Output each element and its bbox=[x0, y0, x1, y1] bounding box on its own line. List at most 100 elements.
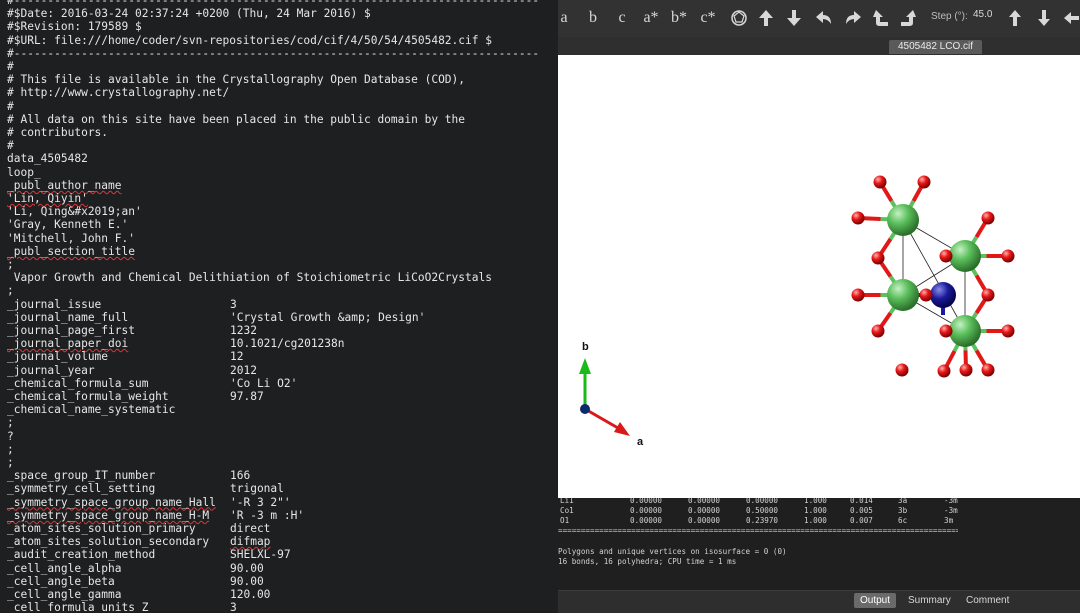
title-text-line: Vapor Growth and Chemical Delithiation o… bbox=[7, 271, 492, 285]
header-line: #$Date: 2016-03-24 02:37:24 +0200 (Thu, … bbox=[7, 7, 371, 21]
rotate-down-icon[interactable] bbox=[784, 6, 804, 30]
cif-field-line: _chemical_name_systematic bbox=[7, 403, 230, 416]
oxygen-atom bbox=[981, 211, 995, 225]
cif-value: 'R -3 m :H' bbox=[230, 508, 305, 522]
console-cell: 0.23970 bbox=[746, 516, 779, 525]
rotate-ccw-icon[interactable] bbox=[871, 6, 891, 30]
cif-text-editor[interactable]: #---------------------------------------… bbox=[0, 0, 558, 612]
oxygen-atom bbox=[939, 324, 953, 338]
crystal-structure-viewport[interactable]: b a bbox=[558, 55, 1080, 498]
comment-line: # bbox=[7, 99, 14, 113]
step-down-icon[interactable] bbox=[1034, 6, 1054, 30]
console-cell: 0.00000 bbox=[746, 498, 779, 505]
tab-output[interactable]: Output bbox=[854, 593, 897, 608]
cif-field-line: _journal_issue 3 bbox=[7, 298, 237, 311]
comment-line: # bbox=[7, 60, 14, 73]
cif-text: _publ_section_title bbox=[7, 244, 135, 258]
view-b-star-button[interactable]: b* bbox=[669, 6, 689, 30]
step-input[interactable]: 45.0 bbox=[973, 9, 992, 20]
console-cell: 1.000 bbox=[804, 506, 827, 515]
toolbar: a b c a* b* c* Step (°): 45.0 bbox=[558, 0, 1080, 37]
view-b-button[interactable]: b bbox=[586, 6, 600, 30]
polyhedron-view-icon[interactable] bbox=[728, 6, 750, 30]
cif-key: _symmetry_space_group_name_H-M bbox=[7, 508, 210, 522]
axis-b-label: b bbox=[582, 341, 589, 353]
cif-value: direct bbox=[230, 522, 271, 535]
cif-field-line: _journal_volume 12 bbox=[7, 350, 243, 363]
cif-field-line: _journal_paper_doi 10.1021/cg201238n bbox=[7, 337, 345, 350]
console-cell: 3m bbox=[944, 516, 954, 525]
comment-line: # bbox=[7, 139, 14, 153]
oxygen-atom bbox=[873, 175, 887, 189]
console-cell: 0.00000 bbox=[688, 506, 721, 515]
cif-key: _journal_page_first bbox=[7, 324, 135, 337]
cif-key: _chemical_name_systematic bbox=[7, 403, 176, 417]
cif-value: 'Co Li O2' bbox=[230, 376, 298, 390]
view-a-star-button[interactable]: a* bbox=[641, 6, 661, 30]
cif-misc-line: ; bbox=[7, 416, 14, 430]
cif-field-line: _symmetry_cell_setting trigonal bbox=[7, 482, 284, 495]
cif-key: _symmetry_space_group_name_Hall bbox=[7, 495, 216, 509]
console-cell: 3a bbox=[898, 498, 908, 505]
file-tab[interactable]: 4505482 LCO.cif bbox=[889, 40, 982, 54]
output-console[interactable]: Li1 0.00000 0.00000 0.00000 1.000 0.014 3a -3m C… bbox=[558, 498, 1080, 590]
cif-field-line: _atom_sites_solution_secondary difmap bbox=[7, 535, 270, 548]
lithium-atom bbox=[930, 282, 956, 308]
cif-value: trigonal bbox=[230, 482, 284, 496]
console-cell: 0.00000 bbox=[630, 516, 663, 525]
console-separator: ========================================… bbox=[558, 526, 958, 535]
console-cell: 1.000 bbox=[804, 498, 827, 505]
back-arrow-icon[interactable] bbox=[1062, 6, 1080, 30]
tab-summary[interactable]: Summary bbox=[902, 593, 957, 608]
cif-field-line: _audit_creation_method SHELXL-97 bbox=[7, 548, 291, 561]
rotate-right-icon[interactable] bbox=[843, 6, 863, 30]
cobalt-atom bbox=[949, 240, 981, 272]
cif-text: 'Lin, Qiyin' bbox=[7, 192, 88, 205]
console-cell: 0.00000 bbox=[630, 498, 663, 505]
author-key-line: _publ_author_name bbox=[7, 179, 122, 192]
console-cell: -3m bbox=[944, 498, 958, 505]
step-label: Step (°): bbox=[931, 11, 968, 22]
view-a-button[interactable]: a bbox=[558, 6, 570, 30]
data-block-line: data_4505482 bbox=[7, 152, 88, 166]
rotate-cw-icon[interactable] bbox=[898, 6, 918, 30]
cif-key: _symmetry_cell_setting bbox=[7, 482, 156, 496]
axis-origin bbox=[580, 404, 590, 414]
console-cell: O1 bbox=[560, 516, 570, 525]
console-cell: 0.00000 bbox=[688, 498, 721, 505]
console-cell: 0.014 bbox=[850, 498, 873, 505]
comment-line: # This file is available in the Crystall… bbox=[7, 73, 466, 87]
view-c-star-button[interactable]: c* bbox=[698, 6, 718, 30]
view-c-button[interactable]: c bbox=[615, 6, 629, 30]
cif-value: 10.1021/cg201238n bbox=[230, 337, 345, 351]
cif-field-line: _atom_sites_solution_primary direct bbox=[7, 522, 270, 535]
cif-key: _cell_angle_alpha bbox=[7, 561, 122, 575]
cif-value: 3 bbox=[230, 601, 237, 612]
cif-value: 90.00 bbox=[230, 574, 264, 588]
console-cell: 1.000 bbox=[804, 516, 827, 525]
cif-value: difmap bbox=[230, 535, 271, 549]
title-key-line: _publ_section_title bbox=[7, 245, 135, 258]
axis-a-line bbox=[584, 407, 619, 430]
header-line: #$URL: file:///home/coder/svn-repositori… bbox=[7, 33, 492, 47]
step-up-icon[interactable] bbox=[1005, 6, 1025, 30]
axis-a-label: a bbox=[637, 436, 644, 448]
tab-comment[interactable]: Comment bbox=[960, 593, 1015, 608]
crystal-structure-drawing: b a bbox=[579, 175, 1015, 448]
cobalt-atom bbox=[887, 204, 919, 236]
cif-value: 2012 bbox=[230, 363, 257, 377]
cif-key: _space_group_IT_number bbox=[7, 469, 156, 483]
cif-value: 'Crystal Growth &amp; Design' bbox=[230, 310, 426, 324]
rotate-left-icon[interactable] bbox=[814, 6, 834, 30]
oxygen-atom bbox=[919, 288, 933, 302]
rotate-up-icon[interactable] bbox=[756, 6, 776, 30]
cif-key: _chemical_formula_sum bbox=[7, 376, 149, 390]
separator-line: #---------------------------------------… bbox=[7, 46, 540, 60]
cif-key: _chemical_formula_weight bbox=[7, 390, 169, 403]
oxygen-atom bbox=[981, 288, 995, 302]
author-line: 'Li, Qing&#x2019;an' bbox=[7, 205, 142, 219]
cif-key: _journal_paper_doi bbox=[7, 337, 129, 351]
cif-field-line: _chemical_formula_sum 'Co Li O2' bbox=[7, 377, 297, 390]
oxygen-atom bbox=[851, 288, 865, 302]
cif-field-line: _symmetry_space_group_name_H-M 'R -3 m :H… bbox=[7, 509, 304, 522]
